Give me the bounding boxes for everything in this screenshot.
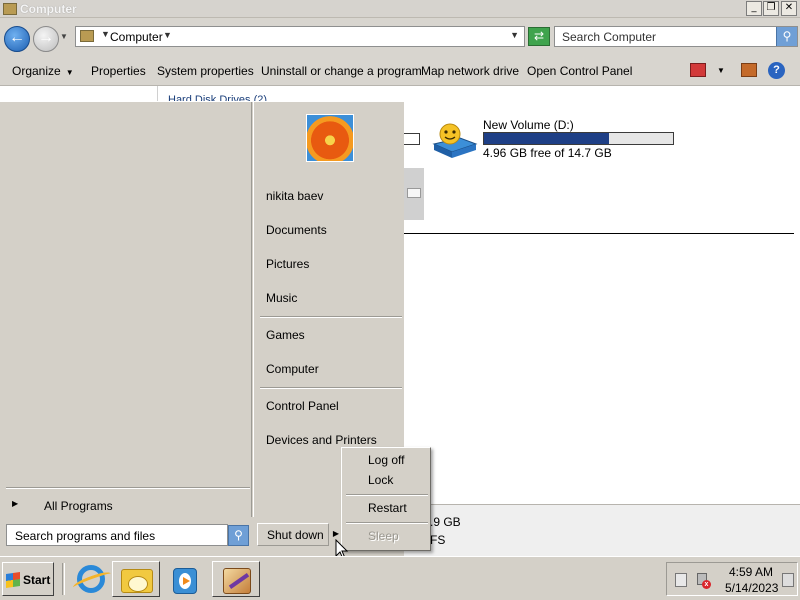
content-divider <box>404 233 794 234</box>
window-title: Computer <box>20 2 77 16</box>
search-icon[interactable]: ⚲ <box>228 525 249 546</box>
all-programs-button[interactable]: ▶ All Programs <box>10 497 250 517</box>
start-item-computer[interactable]: Computer <box>266 362 404 380</box>
start-item-user[interactable]: nikita baev <box>266 189 404 207</box>
separator <box>260 387 402 389</box>
start-search-placeholder: Search programs and files <box>15 529 156 543</box>
drive-icon <box>407 188 421 198</box>
computer-icon <box>3 3 17 15</box>
organize-button[interactable]: Organize ▼ <box>12 64 74 78</box>
start-label: Start <box>23 573 51 587</box>
selected-item-highlight <box>404 168 424 220</box>
windows-explorer-icon <box>121 569 153 593</box>
start-menu-programs-pane: ▶ All Programs Search programs and files… <box>0 102 254 546</box>
preview-pane-icon[interactable] <box>741 63 757 77</box>
maximize-button[interactable]: ❐ <box>763 1 779 16</box>
log-off-menu-item[interactable]: Log off <box>368 453 428 467</box>
separator <box>6 487 250 489</box>
start-item-control-panel[interactable]: Control Panel <box>266 399 404 417</box>
search-computer-input[interactable]: Search Computer ⚲ <box>554 26 798 47</box>
forward-button[interactable]: → <box>33 26 59 52</box>
drive-c-usage-bar <box>404 133 420 145</box>
clock-time[interactable]: 4:59 AM <box>725 565 777 579</box>
taskbar-media-player[interactable] <box>160 561 208 597</box>
taskbar-windows-explorer[interactable] <box>112 561 160 597</box>
breadcrumb-arrow-icon[interactable]: ▼ <box>101 29 110 39</box>
search-icon[interactable]: ⚲ <box>776 27 797 46</box>
programs-list-area <box>3 102 252 517</box>
clock-date[interactable]: 5/14/2023 <box>725 581 778 595</box>
drive-d-usage-fill <box>484 133 609 144</box>
details-pane: .9 GB FS <box>404 504 800 556</box>
start-item-documents[interactable]: Documents <box>266 223 404 241</box>
organize-label: Organize <box>12 64 61 78</box>
minimize-button[interactable]: _ <box>746 1 762 16</box>
taskbar-paint[interactable] <box>212 561 260 597</box>
change-view-icon[interactable] <box>690 63 706 77</box>
start-item-pictures[interactable]: Pictures <box>266 257 404 275</box>
start-button[interactable]: Start <box>2 562 54 596</box>
internet-explorer-icon <box>77 565 105 593</box>
all-programs-label: All Programs <box>44 499 113 513</box>
muted-x-icon: x <box>702 580 711 589</box>
taskbar: Start x 4:59 AM 5/14/2023 <box>0 556 800 600</box>
chevron-down-icon: ▼ <box>65 68 74 77</box>
start-item-games[interactable]: Games <box>266 328 404 346</box>
breadcrumb-computer[interactable]: Computer <box>110 30 163 44</box>
drive-d-name[interactable]: New Volume (D:) <box>483 118 574 132</box>
window-titlebar: Computer _ ❐ ✕ <box>0 0 800 18</box>
address-bar[interactable]: ▼ Computer ▼ ▼ <box>75 26 525 47</box>
back-button[interactable]: ← <box>4 26 30 52</box>
system-properties-button[interactable]: System properties <box>157 64 254 78</box>
start-search-input[interactable]: Search programs and files <box>6 524 228 546</box>
command-bar: Organize ▼ Properties System properties U… <box>0 56 800 86</box>
action-center-icon[interactable] <box>782 573 794 587</box>
details-size-fragment: .9 GB <box>430 515 461 529</box>
separator <box>346 522 428 524</box>
lock-menu-item[interactable]: Lock <box>368 473 428 487</box>
separator <box>346 494 428 496</box>
network-icon[interactable] <box>675 573 687 587</box>
details-filesystem-fragment: FS <box>430 533 446 547</box>
shutdown-button[interactable]: Shut down <box>257 523 329 546</box>
restart-menu-item[interactable]: Restart <box>368 501 428 515</box>
media-player-icon <box>173 568 197 594</box>
sleep-menu-item[interactable]: Sleep <box>368 529 428 543</box>
paint-icon <box>223 568 251 594</box>
chevron-right-icon: ▶ <box>12 499 19 508</box>
search-placeholder: Search Computer <box>562 30 657 44</box>
open-control-panel-button[interactable]: Open Control Panel <box>527 64 632 78</box>
help-icon[interactable]: ? <box>768 62 785 79</box>
taskbar-internet-explorer[interactable] <box>64 561 112 597</box>
power-options-menu: Log off Lock Restart Sleep <box>341 447 431 551</box>
close-button[interactable]: ✕ <box>781 1 797 16</box>
start-item-music[interactable]: Music <box>266 291 404 309</box>
user-avatar[interactable] <box>306 114 354 162</box>
recent-pages-dropdown[interactable]: ▼ <box>60 32 68 41</box>
drive-d-icon[interactable] <box>430 122 480 162</box>
windows-logo-icon <box>6 572 20 588</box>
drive-d-free-space: 4.96 GB free of 14.7 GB <box>483 146 612 160</box>
properties-button[interactable]: Properties <box>91 64 146 78</box>
breadcrumb-chevron-icon[interactable]: ▼ <box>163 30 172 40</box>
view-options-dropdown[interactable]: ▼ <box>717 66 725 75</box>
drive-d-usage-bar <box>483 132 674 145</box>
system-tray: x 4:59 AM 5/14/2023 <box>666 562 798 596</box>
separator <box>260 316 402 318</box>
shutdown-label: Shut down <box>267 528 324 542</box>
uninstall-program-button[interactable]: Uninstall or change a program <box>261 64 422 78</box>
map-network-drive-button[interactable]: Map network drive <box>421 64 519 78</box>
refresh-button[interactable]: ⇄ <box>528 27 550 46</box>
computer-icon <box>80 30 94 42</box>
address-history-dropdown[interactable]: ▼ <box>510 30 519 40</box>
address-row: ← → ▼ ▼ Computer ▼ ▼ ⇄ Search Computer ⚲ <box>0 18 800 56</box>
